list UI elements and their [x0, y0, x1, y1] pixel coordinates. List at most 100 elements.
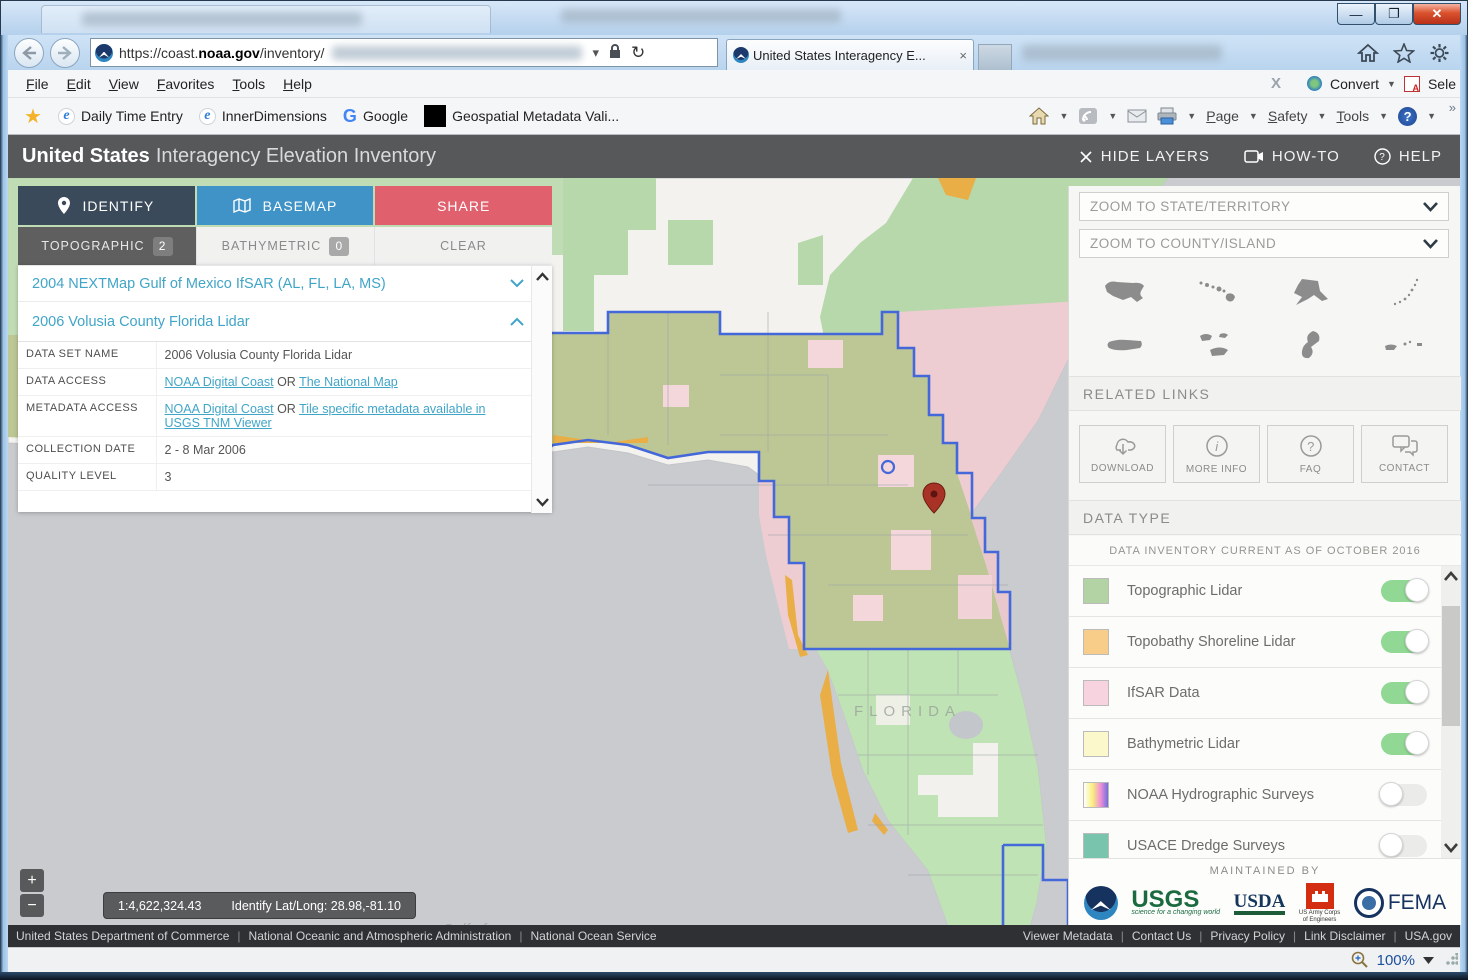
favorite-geospatial-metadata[interactable]: Geospatial Metadata Vali...: [424, 105, 619, 127]
footer-link-commerce[interactable]: United States Department of Commerce: [16, 929, 229, 943]
help-caret-icon[interactable]: ▼: [1427, 111, 1436, 121]
bathymetric-toggle[interactable]: [1381, 733, 1427, 755]
fema-logo[interactable]: FEMA: [1354, 888, 1446, 918]
scroll-down-icon[interactable]: [536, 498, 549, 507]
tools-menu[interactable]: Tools: [1336, 108, 1369, 124]
tab-basemap[interactable]: BASEMAP: [197, 186, 374, 225]
window-maximize-button[interactable]: ❐: [1375, 3, 1413, 25]
home-caret-icon[interactable]: ▼: [1059, 111, 1068, 121]
menu-view[interactable]: View: [109, 76, 139, 92]
tab-close-icon[interactable]: ×: [959, 48, 967, 63]
footer-link-privacy-policy[interactable]: Privacy Policy: [1191, 929, 1285, 943]
national-map-link[interactable]: The National Map: [299, 375, 398, 389]
back-button[interactable]: [14, 38, 44, 68]
favorites-star-icon[interactable]: [1393, 43, 1415, 63]
convert-button[interactable]: Convert: [1330, 76, 1379, 92]
scroll-up-icon[interactable]: [536, 272, 549, 281]
contact-button[interactable]: CONTACT: [1361, 425, 1448, 483]
refresh-icon[interactable]: ↻: [631, 43, 645, 63]
address-dropdown-icon[interactable]: ▾: [592, 45, 599, 61]
addon-close-icon[interactable]: X: [1271, 75, 1281, 92]
menu-help[interactable]: Help: [283, 76, 312, 92]
home-icon[interactable]: [1357, 43, 1379, 63]
mail-icon[interactable]: [1127, 107, 1147, 125]
window-minimize-button[interactable]: —: [1337, 3, 1375, 25]
safety-menu[interactable]: Safety: [1268, 108, 1308, 124]
menu-favorites[interactable]: Favorites: [157, 76, 215, 92]
dataset-row-2006-volusia[interactable]: 2006 Volusia County Florida Lidar: [18, 302, 552, 342]
faq-button[interactable]: ? FAQ: [1267, 425, 1354, 483]
menu-tools[interactable]: Tools: [232, 76, 265, 92]
dataset-row-2004-nextmap[interactable]: 2004 NEXTMap Gulf of Mexico IfSAR (AL, F…: [18, 266, 552, 302]
hawaii-silhouette[interactable]: [1196, 278, 1240, 306]
noaa-digital-coast-metadata-link[interactable]: NOAA Digital Coast: [165, 402, 274, 416]
subtab-clear[interactable]: CLEAR: [374, 227, 552, 265]
us-virgin-islands-silhouette[interactable]: [1196, 330, 1240, 360]
select-button[interactable]: Sele: [1428, 76, 1456, 92]
overflow-chevron-icon[interactable]: »: [1449, 100, 1456, 115]
home-command-icon[interactable]: [1029, 107, 1049, 125]
url-text[interactable]: https://coast.noaa.gov/inventory/: [119, 45, 324, 61]
usace-logo[interactable]: US Army Corpsof Engineers: [1299, 883, 1340, 923]
chevron-up-icon[interactable]: [510, 317, 524, 326]
american-samoa-silhouette[interactable]: [1381, 334, 1425, 356]
browser-zoom-level[interactable]: 100%: [1377, 952, 1415, 969]
favorite-innerdimensions[interactable]: eInnerDimensions: [199, 108, 327, 125]
resize-grip[interactable]: [1446, 953, 1458, 965]
zoom-to-state-dropdown[interactable]: ZOOM TO STATE/TERRITORY: [1079, 192, 1449, 221]
how-to-button[interactable]: HOW-TO: [1244, 148, 1340, 165]
zoom-caret-icon[interactable]: [1423, 957, 1434, 964]
more-info-button[interactable]: i MORE INFO: [1173, 425, 1260, 483]
rss-feed-icon[interactable]: [1078, 107, 1098, 125]
help-button[interactable]: ? HELP: [1374, 148, 1442, 165]
chevron-down-icon[interactable]: [510, 279, 524, 288]
page-menu[interactable]: Page: [1206, 108, 1239, 124]
usda-logo[interactable]: USDA: [1234, 892, 1286, 915]
tab-share[interactable]: SHARE: [375, 186, 552, 225]
ifsar-toggle[interactable]: [1381, 682, 1427, 704]
identify-panel-scrollbar[interactable]: [531, 266, 552, 513]
map-zoom-in-button[interactable]: +: [20, 869, 44, 892]
topographic-lidar-toggle[interactable]: [1381, 580, 1427, 602]
puerto-rico-silhouette[interactable]: [1103, 334, 1147, 356]
menu-file[interactable]: File: [26, 76, 49, 92]
help-icon[interactable]: ?: [1398, 107, 1417, 126]
hide-layers-button[interactable]: HIDE LAYERS: [1079, 148, 1210, 165]
active-tab[interactable]: United States Interagency E... ×: [726, 39, 974, 70]
page-caret-icon[interactable]: ▼: [1249, 111, 1258, 121]
settings-gear-icon[interactable]: [1429, 43, 1450, 63]
rss-caret-icon[interactable]: ▼: [1108, 111, 1117, 121]
map-zoom-out-button[interactable]: −: [20, 894, 44, 917]
new-tab-button[interactable]: [978, 44, 1012, 70]
scroll-up-icon[interactable]: [1444, 571, 1458, 581]
guam-silhouette[interactable]: [1295, 329, 1325, 361]
convert-caret-icon[interactable]: ▼: [1387, 79, 1396, 89]
footer-link-viewer-metadata[interactable]: Viewer Metadata: [1023, 929, 1113, 943]
forward-button[interactable]: [50, 38, 80, 68]
window-close-button[interactable]: ✕: [1413, 3, 1461, 25]
menu-edit[interactable]: Edit: [67, 76, 91, 92]
scroll-down-icon[interactable]: [1444, 843, 1458, 853]
download-button[interactable]: DOWNLOAD: [1079, 425, 1166, 483]
usgs-logo[interactable]: USGSscience for a changing world: [1131, 890, 1220, 916]
alaska-silhouette[interactable]: [1288, 277, 1332, 307]
subtab-bathymetric[interactable]: BATHYMETRIC 0: [196, 227, 374, 265]
tab-identify[interactable]: IDENTIFY: [18, 186, 195, 225]
noaa-digital-coast-link[interactable]: NOAA Digital Coast: [165, 375, 274, 389]
favorite-daily-time-entry[interactable]: eDaily Time Entry: [58, 108, 183, 125]
usace-dredge-toggle[interactable]: [1381, 835, 1427, 857]
aleutian-islands-silhouette[interactable]: [1381, 277, 1425, 307]
conus-silhouette[interactable]: [1103, 278, 1147, 306]
footer-link-usagov[interactable]: USA.gov: [1386, 929, 1452, 943]
print-caret-icon[interactable]: ▼: [1187, 111, 1196, 121]
add-favorite-star[interactable]: ★: [24, 104, 42, 129]
tools-caret-icon[interactable]: ▼: [1379, 111, 1388, 121]
zoom-magnifier-icon[interactable]: [1351, 951, 1369, 969]
scrollbar-thumb[interactable]: [1442, 606, 1460, 726]
hydrographic-toggle[interactable]: [1381, 784, 1427, 806]
favorite-google[interactable]: GGoogle: [343, 106, 408, 127]
background-tab-redacted[interactable]: [41, 5, 491, 33]
footer-link-contact-us[interactable]: Contact Us: [1113, 929, 1191, 943]
footer-link-nos[interactable]: National Ocean Service: [511, 929, 656, 943]
print-icon[interactable]: [1157, 107, 1177, 125]
